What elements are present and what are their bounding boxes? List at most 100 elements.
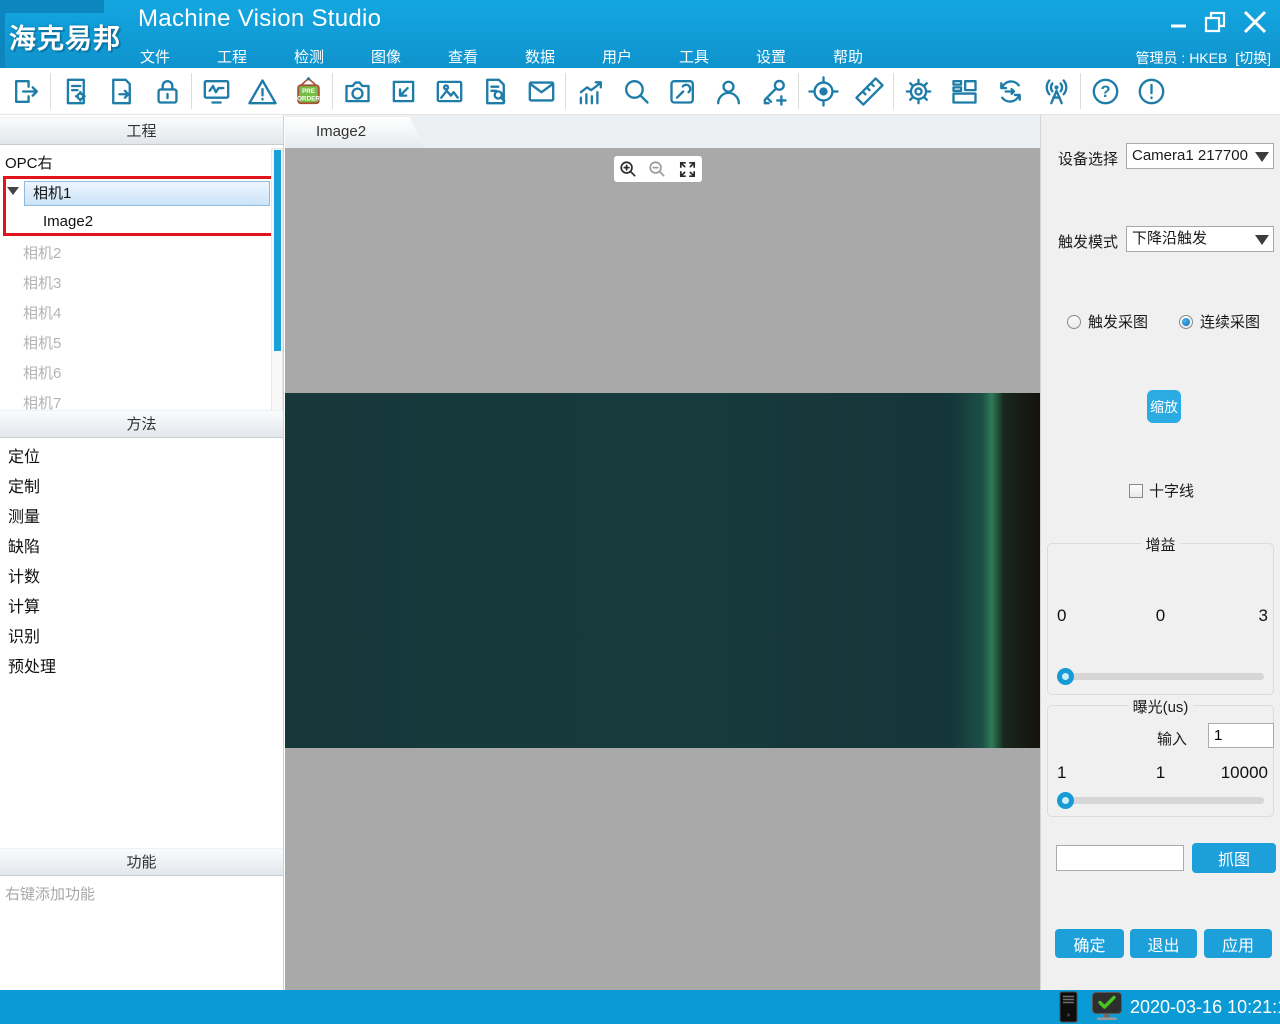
exposure-input[interactable]: [1208, 723, 1274, 748]
logout-button[interactable]: [4, 69, 48, 113]
about-icon: [1135, 75, 1168, 108]
method-item[interactable]: 定位: [8, 446, 56, 476]
tree-scrollbar-thumb[interactable]: [274, 150, 281, 351]
import-button[interactable]: [381, 69, 425, 113]
export-document-button[interactable]: [99, 69, 143, 113]
tree-item-image2[interactable]: Image2: [43, 213, 93, 230]
about-button[interactable]: [1129, 69, 1173, 113]
radio-unselected-icon[interactable]: [1067, 315, 1081, 329]
image-viewer[interactable]: [285, 148, 1040, 990]
exit-button[interactable]: 退出: [1130, 929, 1197, 958]
menu-item[interactable]: 图像: [369, 46, 403, 67]
minimize-button[interactable]: [1168, 11, 1190, 33]
document-search-icon: [479, 75, 512, 108]
menu-item[interactable]: 用户: [600, 46, 634, 67]
exposure-slider-track[interactable]: [1057, 797, 1264, 804]
method-item[interactable]: 计数: [8, 566, 56, 596]
gain-slider[interactable]: [1057, 668, 1264, 684]
tree-item-camera-disabled[interactable]: 相机4: [23, 303, 61, 333]
menu-item[interactable]: 工程: [215, 46, 249, 67]
mail-button[interactable]: [519, 69, 563, 113]
grab-button[interactable]: 抓图: [1192, 843, 1276, 873]
close-button[interactable]: [1240, 7, 1270, 37]
tree-item-camera-disabled[interactable]: 相机5: [23, 333, 61, 363]
grab-filename-input[interactable]: [1056, 845, 1184, 871]
checkbox-unchecked-icon[interactable]: [1129, 484, 1143, 498]
radio-selected-icon[interactable]: [1179, 315, 1193, 329]
trigger-capture-option[interactable]: 触发采图: [1067, 311, 1148, 332]
exposure-input-label: 输入: [1157, 728, 1187, 749]
help-button[interactable]: ?: [1083, 69, 1127, 113]
settings-button[interactable]: [896, 69, 940, 113]
exposure-slider[interactable]: [1057, 792, 1264, 808]
camera-image[interactable]: [285, 393, 1040, 748]
zoom-button[interactable]: 缩放: [1147, 390, 1181, 423]
tree-item-opc[interactable]: OPC右: [5, 152, 53, 173]
method-item[interactable]: 识别: [8, 626, 56, 656]
report-button[interactable]: [473, 69, 517, 113]
search-button[interactable]: [614, 69, 658, 113]
trigger-mode-select[interactable]: 下降沿触发: [1126, 226, 1274, 252]
toolbar: PREORDER ?: [0, 68, 1280, 115]
menu-item[interactable]: 帮助: [831, 46, 865, 67]
expand-arrow-icon[interactable]: [7, 187, 19, 195]
preorder-button[interactable]: PREORDER: [286, 69, 330, 113]
crosshair-option[interactable]: 十字线: [1129, 480, 1194, 501]
menu-item[interactable]: 设置: [754, 46, 788, 67]
tree-item-camera-disabled[interactable]: 相机2: [23, 243, 61, 273]
layout-button[interactable]: [942, 69, 986, 113]
methods-panel-header: 方法: [0, 410, 283, 438]
fit-view-icon[interactable]: [677, 159, 698, 180]
status-datetime: 2020-03-16 10:21:12: [1130, 997, 1280, 1018]
apply-button[interactable]: 应用: [1204, 929, 1272, 958]
chevron-down-icon[interactable]: [1255, 152, 1269, 162]
tree-item-camera-disabled[interactable]: 相机3: [23, 273, 61, 303]
alarm-button[interactable]: [240, 69, 284, 113]
menu-item[interactable]: 数据: [523, 46, 557, 67]
crosshair-label: 十字线: [1149, 480, 1194, 501]
lock-button[interactable]: [145, 69, 189, 113]
menu-item[interactable]: 文件: [138, 46, 172, 67]
menu-item[interactable]: 工具: [677, 46, 711, 67]
help-icon: ?: [1089, 75, 1122, 108]
project-settings-button[interactable]: [53, 69, 97, 113]
ok-button[interactable]: 确定: [1055, 929, 1124, 958]
tree-item-camera1-selected[interactable]: 相机1: [24, 181, 270, 206]
communication-button[interactable]: [1034, 69, 1078, 113]
tab-image2[interactable]: Image2: [285, 117, 425, 148]
user-button[interactable]: [706, 69, 750, 113]
method-item[interactable]: 测量: [8, 506, 56, 536]
statistics-button[interactable]: [568, 69, 612, 113]
exposure-slider-thumb[interactable]: [1057, 792, 1074, 809]
chart-up-icon: [574, 75, 607, 108]
chevron-down-icon[interactable]: [1255, 235, 1269, 245]
permission-button[interactable]: [752, 69, 796, 113]
restore-button[interactable]: [1203, 10, 1227, 34]
camera-button[interactable]: [335, 69, 379, 113]
monitor-button[interactable]: [194, 69, 238, 113]
tree-item-camera-disabled[interactable]: 相机6: [23, 363, 61, 393]
device-select[interactable]: Camera1 217700: [1126, 143, 1274, 169]
method-item[interactable]: 定制: [8, 476, 56, 506]
menu-item[interactable]: 查看: [446, 46, 480, 67]
zoom-in-icon[interactable]: [618, 159, 639, 180]
exposure-title: 曝光(us): [1128, 696, 1194, 717]
continuous-capture-option[interactable]: 连续采图: [1179, 311, 1260, 332]
flow-button[interactable]: [988, 69, 1032, 113]
wrench-icon: [666, 75, 699, 108]
zoom-out-icon[interactable]: [647, 159, 668, 180]
switch-user-link[interactable]: [切换]: [1235, 50, 1271, 66]
method-item[interactable]: 预处理: [8, 656, 56, 686]
image-button[interactable]: [427, 69, 471, 113]
gain-slider-track[interactable]: [1057, 673, 1264, 680]
measure-button[interactable]: [847, 69, 891, 113]
image-icon: [433, 75, 466, 108]
method-item[interactable]: 计算: [8, 596, 56, 626]
viewer-zoom-toolbar: [614, 156, 702, 182]
gain-slider-thumb[interactable]: [1057, 668, 1074, 685]
target-button[interactable]: [801, 69, 845, 113]
lock-icon: [151, 75, 184, 108]
menu-item[interactable]: 检测: [292, 46, 326, 67]
method-item[interactable]: 缺陷: [8, 536, 56, 566]
tools-button[interactable]: [660, 69, 704, 113]
